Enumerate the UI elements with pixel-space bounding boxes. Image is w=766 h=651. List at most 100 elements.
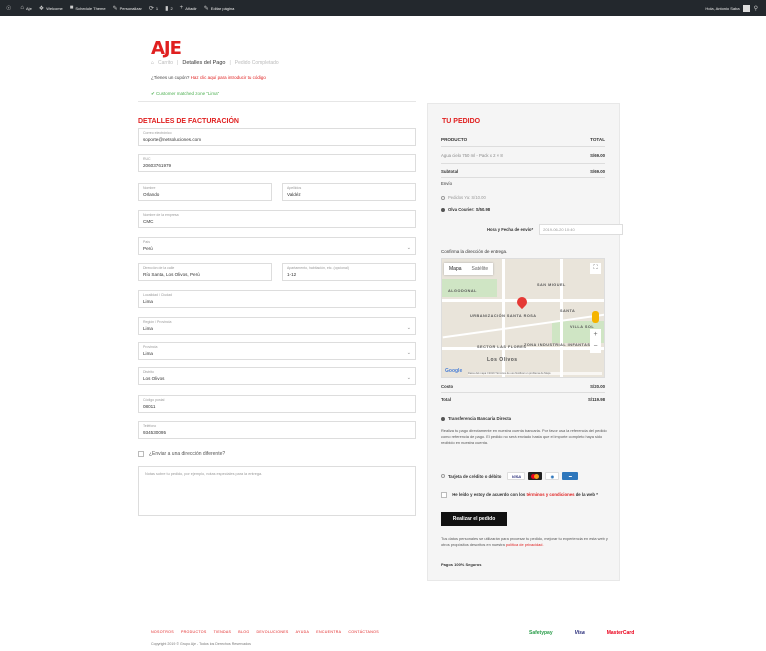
theme-link[interactable]: ■ Schedule Theme (70, 5, 106, 11)
amex-logo: ◉ (545, 472, 560, 480)
ruc-field[interactable]: RUC 20603761979 (138, 154, 416, 172)
place-order-button[interactable]: Realizar el pedido (441, 512, 507, 526)
map-label: SECTOR LAS FLORES (477, 345, 527, 349)
zone-matched-text: Customer matched zone "Lima" (156, 91, 220, 96)
wordpress-logo-icon[interactable]: ☉ (6, 5, 13, 12)
safetypay-logo: Safetypay (529, 630, 553, 636)
breadcrumb: ⌂ Carrito | Detalles del Pago | Pedido C… (151, 60, 279, 66)
radio-button-selected[interactable] (441, 416, 445, 421)
chevron-down-icon: ⌄ (406, 375, 411, 381)
home-icon[interactable]: ⌂ (151, 60, 154, 66)
privacy-link[interactable]: política de privacidad. (506, 542, 544, 547)
chevron-down-icon: ⌄ (406, 245, 411, 251)
last-name-field[interactable]: Apellidos Valdéz (282, 183, 416, 201)
breadcrumb-payment: Detalles del Pago (182, 60, 226, 66)
map-tab-satellite[interactable]: Satélite (467, 263, 494, 275)
map-caption: Confirma la dirección de entrega. (441, 249, 508, 254)
coupon-link[interactable]: Haz clic aquí para introducir tu código (191, 75, 266, 80)
radio-button[interactable] (441, 195, 445, 200)
footer-link[interactable]: NOSOTROS (151, 630, 174, 634)
shipping-row: Envío (441, 181, 605, 186)
avatar[interactable] (742, 4, 750, 12)
terms-checkbox[interactable] (441, 491, 447, 498)
order-notes-textarea[interactable]: Notas sobre tu pedido, por ejemplo, nota… (138, 466, 416, 516)
map-label: SAN MIGUEL (537, 283, 566, 287)
payment-card[interactable]: Tarjeta de crédito o débito VISA ◉ ▬ (441, 472, 579, 480)
country-select[interactable]: País Perú ⌄ (138, 237, 416, 255)
footer-link[interactable]: TIENDAS (214, 630, 232, 634)
first-name-field[interactable]: Nombre Orlando (138, 183, 272, 201)
region-select[interactable]: Región / Provincia Lima ⌄ (138, 317, 416, 335)
account-greeting[interactable]: Hola, Antonio Saba (705, 6, 739, 11)
costo-label: Costo (441, 384, 454, 389)
plus-icon: + (179, 5, 184, 11)
coupon-notice: ¿Tienes un cupón? Haz clic aquí para int… (151, 75, 266, 80)
divider (138, 101, 416, 102)
card-logos: VISA ◉ ▬ (507, 472, 579, 480)
ship-different-row[interactable]: ¿Enviar a una dirección diferente? (138, 451, 225, 457)
location-pin-icon[interactable] (514, 294, 530, 310)
fullscreen-icon[interactable]: ⛶ (590, 263, 601, 274)
radio-button[interactable] (441, 474, 445, 478)
mastercard-logo: MasterCard (606, 630, 635, 636)
apartment-field[interactable]: Apartamento, habitación, etc. (opcional)… (282, 263, 416, 281)
footer-link[interactable]: CONTÁCTANOS (348, 630, 379, 634)
zone-matched-notice: ✔ Customer matched zone "Lima" (151, 91, 219, 97)
divider (441, 392, 605, 393)
subtotal-label: Subtotal (441, 169, 459, 174)
customize-link[interactable]: ✎ Personalizar (113, 5, 142, 12)
zoom-in-icon[interactable]: + (590, 329, 601, 341)
zoom-out-icon[interactable]: − (590, 341, 601, 353)
payment-bank-transfer[interactable]: Transferencia Bancaria Directa (441, 416, 511, 421)
street-view-icon[interactable] (592, 311, 599, 323)
site-name-link[interactable]: ⌂ Aje (20, 5, 31, 11)
radio-button-selected[interactable] (441, 207, 445, 212)
order-header-row: PRODUCTO TOTAL (441, 137, 605, 142)
theme-icon: ■ (69, 5, 74, 11)
company-field[interactable]: Nombre de la empresa CMC (138, 210, 416, 228)
postcode-field[interactable]: Código postal 08011 (138, 395, 416, 413)
phone-field[interactable]: Teléfono 934530095 (138, 421, 416, 439)
shipping-option-olva[interactable]: Olva Courier: S/50.98 (441, 207, 490, 212)
footer-link[interactable]: BLOG (238, 630, 249, 634)
comment-icon: ▮ (165, 5, 169, 12)
city-field[interactable]: Localidad / Ciudad Lima (138, 290, 416, 308)
footer-link[interactable]: DEVOLUCIONES (256, 630, 288, 634)
map-attribution[interactable]: Datos del mapa ©2019 Términos de uso Not… (468, 372, 602, 375)
footer-link[interactable]: PRODUCTOS (181, 630, 207, 634)
footer-links: NOSOTROS PRODUCTOS TIENDAS BLOG DEVOLUCI… (151, 630, 379, 634)
breadcrumb-done: Pedido Completado (234, 60, 279, 66)
edit-page-link[interactable]: ✎ Editar página (204, 5, 235, 12)
bank-transfer-description: Realiza tu pago directamente en nuestra … (441, 428, 607, 446)
delivery-map[interactable]: ALGODONAL SAN MIGUEL SANTA URBANIZACIÓN … (441, 258, 605, 378)
email-field[interactable]: Correo electrónico soporte@netsoluciones… (138, 128, 416, 146)
shipping-option-pedidosya[interactable]: Pedidos Ya: S/10.00 (441, 195, 486, 200)
comments-link[interactable]: ▮ 2 (165, 5, 173, 12)
map-label: ZONA INDUSTRIAL INFANTAS (524, 343, 591, 347)
subtotal-value: S/69.00 (590, 169, 605, 174)
billing-title: Detalles de facturación (138, 118, 239, 125)
map-park (442, 279, 497, 297)
new-link[interactable]: + Añadir (180, 5, 197, 11)
province-select[interactable]: Provincia Lima ⌄ (138, 342, 416, 360)
ship-different-checkbox[interactable] (138, 451, 144, 457)
updates-link[interactable]: ⟳ 1 (149, 5, 158, 12)
breadcrumb-cart[interactable]: Carrito (158, 60, 173, 66)
updates-icon: ⟳ (148, 5, 154, 12)
order-notes-placeholder: Notas sobre tu pedido, por ejemplo, nota… (145, 472, 263, 476)
search-icon[interactable]: ⚲ (754, 5, 758, 12)
district-select[interactable]: Distrito Los Olivos ⌄ (138, 367, 416, 385)
delivery-datetime-input[interactable]: 2019-06-20 10:40 (539, 224, 624, 235)
map-tab-map[interactable]: Mapa (444, 263, 467, 275)
woo-link[interactable]: ❖ Welcome (39, 5, 63, 12)
map-label: Los Olivos (487, 357, 518, 363)
privacy-notice: Tus datos personales se utilizarán para … (441, 536, 609, 548)
footer-link[interactable]: AYUDA (296, 630, 310, 634)
item-total: S/69.00 (590, 153, 605, 158)
address-field[interactable]: Dirección de la calle Río Santa, Los Oli… (138, 263, 272, 281)
footer-link[interactable]: ENCUENTRA (316, 630, 341, 634)
total-label: Total (441, 397, 451, 402)
site-logo[interactable]: AJE (151, 38, 182, 59)
google-logo: Google (445, 368, 463, 374)
terms-link[interactable]: términos y condiciones (526, 492, 574, 497)
